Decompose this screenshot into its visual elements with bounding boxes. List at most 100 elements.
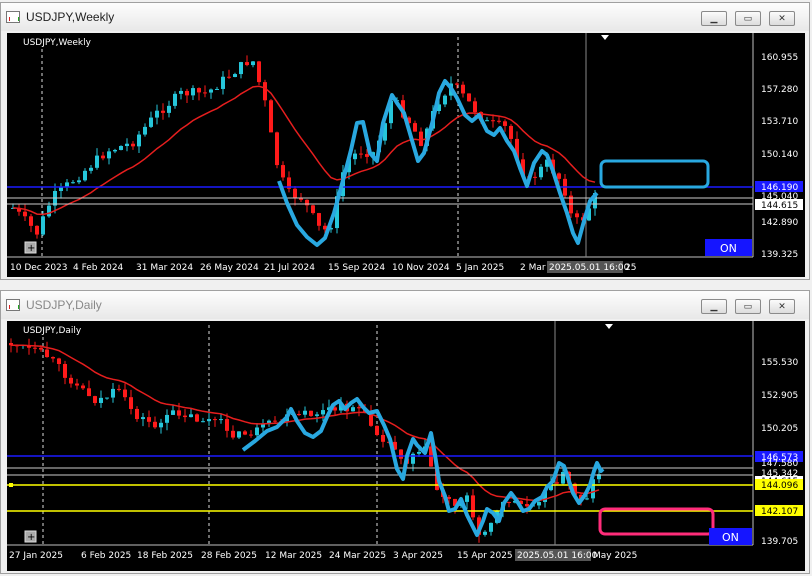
- daily-window-title: USDJPY,Daily: [26, 298, 102, 312]
- candle-body: [225, 419, 229, 431]
- candle-body: [503, 121, 507, 126]
- candle-body: [173, 93, 177, 106]
- candle-body: [275, 132, 279, 166]
- candle-body: [195, 414, 199, 422]
- candle-body: [237, 431, 241, 438]
- candle-body: [75, 383, 79, 386]
- candle-body: [483, 531, 487, 535]
- candle-body: [51, 357, 55, 359]
- candle-body: [509, 125, 513, 139]
- candle-body: [203, 92, 207, 94]
- candle-body: [305, 199, 309, 206]
- candle-body: [201, 421, 205, 423]
- candle-body: [131, 143, 135, 147]
- svg-text:10 Nov 2024: 10 Nov 2024: [392, 263, 450, 273]
- svg-text:144.615: 144.615: [761, 201, 798, 211]
- svg-text:2025.05.01 16:00: 2025.05.01 16:00: [517, 551, 598, 561]
- candle-body: [113, 149, 117, 152]
- svg-text:2025.05.01 16:00: 2025.05.01 16:00: [549, 263, 630, 273]
- daily-titlebar[interactable]: USDJPY,Daily ▁ ▭ ✕: [1, 291, 809, 319]
- on-button-label: ON: [722, 531, 739, 544]
- candle-body: [101, 155, 105, 159]
- candle-body: [155, 110, 159, 118]
- restore-button[interactable]: ▭: [735, 299, 761, 314]
- candle-body: [471, 495, 475, 518]
- svg-text:24 Mar 2025: 24 Mar 2025: [329, 551, 386, 561]
- candle-body: [303, 410, 307, 415]
- svg-text:139.705: 139.705: [761, 537, 798, 547]
- candle-body: [233, 74, 237, 78]
- candle-body: [497, 120, 501, 122]
- daily-chart-area[interactable]: 155.530 152.905 150.205 146.573 147.580 …: [7, 321, 805, 571]
- candle-body: [177, 410, 181, 416]
- candle-body: [171, 410, 175, 415]
- candle-body: [489, 522, 493, 532]
- candle-body: [317, 213, 321, 226]
- candle-body: [557, 173, 561, 179]
- candle-body: [153, 421, 157, 428]
- minimize-button[interactable]: ▁: [701, 11, 727, 26]
- candle-body: [83, 170, 87, 181]
- candle-body: [375, 425, 379, 436]
- candle-body: [219, 419, 223, 421]
- candle-body: [147, 417, 151, 422]
- price-scale: 155.530 152.905 150.205 146.573 147.580 …: [755, 358, 803, 547]
- candle-body: [461, 84, 465, 94]
- candle-body: [23, 211, 27, 217]
- candle-body: [443, 95, 447, 105]
- close-button[interactable]: ✕: [769, 299, 795, 314]
- svg-text:144.096: 144.096: [761, 481, 798, 491]
- candle-body: [365, 154, 369, 157]
- candle-body: [99, 397, 103, 403]
- line-anchor[interactable]: [9, 483, 13, 487]
- candle-body: [585, 498, 589, 500]
- candle-body: [197, 88, 201, 93]
- svg-text:27 Jan 2025: 27 Jan 2025: [9, 551, 63, 561]
- candle-body: [309, 410, 313, 416]
- chart-shift-marker[interactable]: [605, 324, 613, 329]
- candle-body: [537, 501, 541, 506]
- weekly-titlebar[interactable]: USDJPY,Weekly ▁ ▭ ✕: [1, 3, 809, 31]
- candle-body: [575, 213, 579, 218]
- candle-body: [381, 435, 385, 442]
- target-zone-box[interactable]: [598, 507, 715, 536]
- target-zone-box[interactable]: [599, 159, 710, 189]
- minimize-button[interactable]: ▁: [701, 299, 727, 314]
- close-button[interactable]: ✕: [769, 11, 795, 26]
- candle-body: [507, 501, 511, 503]
- candle-body: [245, 62, 249, 66]
- chart-shift-marker[interactable]: [601, 35, 609, 40]
- time-scale: 10 Dec 2023 4 Feb 2024 31 Mar 2024 26 Ma…: [10, 261, 636, 273]
- svg-text:26 May 2024: 26 May 2024: [200, 263, 259, 273]
- candle-body: [129, 397, 133, 409]
- svg-text:25: 25: [625, 263, 636, 273]
- zigzag-drawing: [241, 397, 605, 537]
- candle-body: [119, 146, 123, 150]
- candle-body: [539, 166, 543, 178]
- restore-button[interactable]: ▭: [735, 11, 761, 26]
- candle-body: [207, 419, 211, 422]
- svg-text:5 Jan 2025: 5 Jan 2025: [456, 263, 504, 273]
- candle-body: [413, 123, 417, 132]
- candle-body: [257, 61, 261, 83]
- candle-body: [183, 415, 187, 418]
- candle-body: [315, 414, 319, 416]
- candle-body: [263, 82, 267, 101]
- svg-text:147.580: 147.580: [761, 459, 798, 469]
- moving-average-line: [11, 344, 600, 502]
- svg-text:3 Apr 2025: 3 Apr 2025: [393, 551, 443, 561]
- weekly-chart-area[interactable]: 160.955 157.280 153.710 150.140 146.190 …: [7, 33, 805, 277]
- svg-text:10 Dec 2023: 10 Dec 2023: [10, 263, 68, 273]
- candle-body: [29, 216, 33, 226]
- candle-body: [63, 364, 67, 378]
- candle-body: [221, 76, 225, 89]
- candle-body: [159, 422, 163, 428]
- svg-text:155.530: 155.530: [761, 358, 798, 368]
- time-scale: 27 Jan 2025 6 Feb 2025 18 Feb 2025 28 Fe…: [9, 549, 637, 561]
- svg-text:152.905: 152.905: [761, 391, 798, 401]
- candle-body: [71, 182, 75, 184]
- candle-body: [33, 347, 37, 349]
- candle-body: [107, 151, 111, 159]
- candle-body: [491, 120, 495, 122]
- moving-average-line: [12, 85, 596, 216]
